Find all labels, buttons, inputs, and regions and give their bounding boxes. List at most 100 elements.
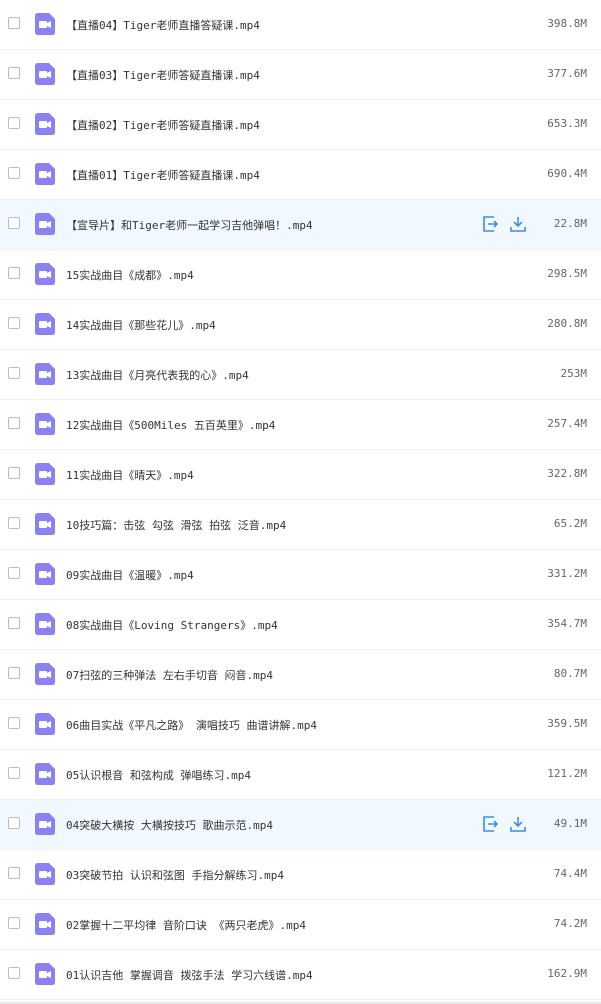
row-checkbox[interactable] <box>8 317 20 329</box>
row-checkbox[interactable] <box>8 767 20 779</box>
row-checkbox[interactable] <box>8 417 20 429</box>
row-checkbox[interactable] <box>8 67 20 79</box>
video-file-icon <box>35 563 55 585</box>
video-file-icon <box>35 213 55 235</box>
file-row[interactable]: 04突破大横按 大横按技巧 歌曲示范.mp4 49.1M <box>0 800 601 850</box>
video-file-icon <box>35 113 55 135</box>
file-row[interactable]: 15实战曲目《成都》.mp4 298.5M <box>0 250 601 300</box>
row-checkbox[interactable] <box>8 517 20 529</box>
file-size: 653.3M <box>547 117 587 130</box>
file-size: 22.8M <box>553 217 587 230</box>
row-checkbox[interactable] <box>8 167 20 179</box>
file-name[interactable]: 05认识根音 和弦构成 弹唱练习.mp4 <box>66 767 251 783</box>
file-row[interactable]: 07扫弦的三种弹法 左右手切音 闷音.mp4 80.7M <box>0 650 601 700</box>
file-size: 253M <box>560 367 588 380</box>
video-file-icon <box>35 63 55 85</box>
file-name[interactable]: 02掌握十二平均律 音阶口诀 《两只老虎》.mp4 <box>66 917 306 933</box>
row-checkbox[interactable] <box>8 17 20 29</box>
video-file-icon <box>35 263 55 285</box>
video-file-icon <box>35 713 55 735</box>
file-row[interactable]: 05认识根音 和弦构成 弹唱练习.mp4 121.2M <box>0 750 601 800</box>
file-name[interactable]: 【直播04】Tiger老师直播答疑课.mp4 <box>66 17 260 33</box>
row-checkbox[interactable] <box>8 667 20 679</box>
file-name[interactable]: 11实战曲目《晴天》.mp4 <box>66 467 194 483</box>
video-file-icon <box>35 763 55 785</box>
row-checkbox[interactable] <box>8 367 20 379</box>
file-name[interactable]: 12实战曲目《500Miles 五百英里》.mp4 <box>66 417 275 433</box>
file-row[interactable]: 09实战曲目《温暖》.mp4 331.2M <box>0 550 601 600</box>
file-row[interactable]: 06曲目实战《平凡之路》 演唱技巧 曲谱讲解.mp4 359.5M <box>0 700 601 750</box>
row-checkbox[interactable] <box>8 267 20 279</box>
file-name[interactable]: 14实战曲目《那些花儿》.mp4 <box>66 317 216 333</box>
file-name[interactable]: 【直播02】Tiger老师答疑直播课.mp4 <box>66 117 260 133</box>
file-name[interactable]: 15实战曲目《成都》.mp4 <box>66 267 194 283</box>
file-size: 280.8M <box>547 317 587 330</box>
file-name[interactable]: 08实战曲目《Loving Strangers》.mp4 <box>66 617 278 633</box>
file-row[interactable]: 01认识吉他 掌握调音 拨弦手法 学习六线谱.mp4 162.9M <box>0 950 601 1000</box>
video-file-icon <box>35 963 55 985</box>
file-name[interactable]: 【直播03】Tiger老师答疑直播课.mp4 <box>66 67 260 83</box>
row-checkbox[interactable] <box>8 117 20 129</box>
row-actions <box>481 815 527 833</box>
file-size: 331.2M <box>547 567 587 580</box>
file-row[interactable]: 【宣导片】和Tiger老师一起学习吉他弹唱！.mp4 22.8M <box>0 200 601 250</box>
video-file-icon <box>35 313 55 335</box>
download-icon[interactable] <box>509 815 527 833</box>
file-row[interactable]: 10技巧篇：击弦 勾弦 滑弦 拍弦 泛音.mp4 65.2M <box>0 500 601 550</box>
file-name[interactable]: 【直播01】Tiger老师答疑直播课.mp4 <box>66 167 260 183</box>
file-size: 377.6M <box>547 67 587 80</box>
file-row[interactable]: 【直播03】Tiger老师答疑直播课.mp4 377.6M <box>0 50 601 100</box>
file-size: 162.9M <box>547 967 587 980</box>
share-icon[interactable] <box>481 215 499 233</box>
file-row[interactable]: 11实战曲目《晴天》.mp4 322.8M <box>0 450 601 500</box>
video-file-icon <box>35 613 55 635</box>
file-name[interactable]: 07扫弦的三种弹法 左右手切音 闷音.mp4 <box>66 667 273 683</box>
file-row[interactable]: 13实战曲目《月亮代表我的心》.mp4 253M <box>0 350 601 400</box>
file-name[interactable]: 06曲目实战《平凡之路》 演唱技巧 曲谱讲解.mp4 <box>66 717 317 733</box>
row-checkbox[interactable] <box>8 617 20 629</box>
file-size: 354.7M <box>547 617 587 630</box>
file-size: 80.7M <box>553 667 587 680</box>
row-checkbox[interactable] <box>8 967 20 979</box>
file-name[interactable]: 13实战曲目《月亮代表我的心》.mp4 <box>66 367 249 383</box>
file-size: 74.4M <box>553 867 587 880</box>
file-row[interactable]: 12实战曲目《500Miles 五百英里》.mp4 257.4M <box>0 400 601 450</box>
video-file-icon <box>35 813 55 835</box>
row-checkbox[interactable] <box>8 917 20 929</box>
row-checkbox[interactable] <box>8 467 20 479</box>
file-size: 74.2M <box>553 917 587 930</box>
video-file-icon <box>35 663 55 685</box>
file-size: 322.8M <box>547 467 587 480</box>
download-icon[interactable] <box>509 215 527 233</box>
video-file-icon <box>35 913 55 935</box>
file-row[interactable]: 08实战曲目《Loving Strangers》.mp4 354.7M <box>0 600 601 650</box>
row-checkbox[interactable] <box>8 817 20 829</box>
row-checkbox[interactable] <box>8 717 20 729</box>
file-size: 359.5M <box>547 717 587 730</box>
row-checkbox[interactable] <box>8 567 20 579</box>
file-name[interactable]: 03突破节拍 认识和弦图 手指分解练习.mp4 <box>66 867 284 883</box>
file-name[interactable]: 04突破大横按 大横按技巧 歌曲示范.mp4 <box>66 817 273 833</box>
file-list: 【直播04】Tiger老师直播答疑课.mp4 398.8M 【直播03】Tiger老… <box>0 0 601 1004</box>
file-row[interactable]: 14实战曲目《那些花儿》.mp4 280.8M <box>0 300 601 350</box>
file-size: 65.2M <box>553 517 587 530</box>
file-row[interactable]: 03突破节拍 认识和弦图 手指分解练习.mp4 74.4M <box>0 850 601 900</box>
row-actions <box>481 215 527 233</box>
file-size: 398.8M <box>547 17 587 30</box>
file-size: 49.1M <box>553 817 587 830</box>
row-checkbox[interactable] <box>8 867 20 879</box>
file-size: 121.2M <box>547 767 587 780</box>
video-file-icon <box>35 163 55 185</box>
file-size: 257.4M <box>547 417 587 430</box>
file-size: 690.4M <box>547 167 587 180</box>
file-name[interactable]: 01认识吉他 掌握调音 拨弦手法 学习六线谱.mp4 <box>66 967 313 983</box>
file-name[interactable]: 10技巧篇：击弦 勾弦 滑弦 拍弦 泛音.mp4 <box>66 517 286 533</box>
file-name[interactable]: 【宣导片】和Tiger老师一起学习吉他弹唱！.mp4 <box>66 217 313 233</box>
file-row[interactable]: 【直播01】Tiger老师答疑直播课.mp4 690.4M <box>0 150 601 200</box>
file-row[interactable]: 【直播04】Tiger老师直播答疑课.mp4 398.8M <box>0 0 601 50</box>
share-icon[interactable] <box>481 815 499 833</box>
row-checkbox[interactable] <box>8 217 20 229</box>
file-row[interactable]: 【直播02】Tiger老师答疑直播课.mp4 653.3M <box>0 100 601 150</box>
file-row[interactable]: 02掌握十二平均律 音阶口诀 《两只老虎》.mp4 74.2M <box>0 900 601 950</box>
file-name[interactable]: 09实战曲目《温暖》.mp4 <box>66 567 194 583</box>
